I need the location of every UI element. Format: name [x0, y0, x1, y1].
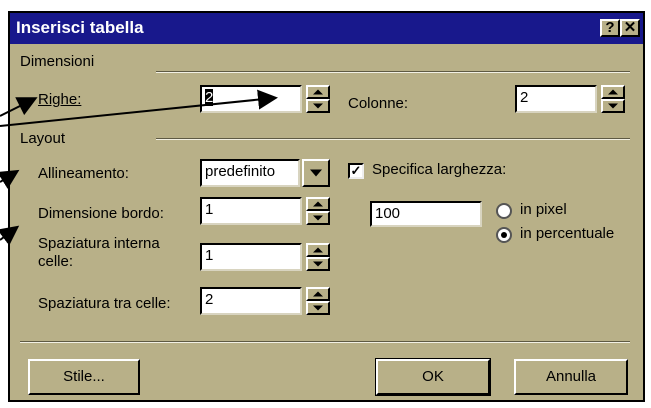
arrow-to-border-size	[0, 225, 20, 246]
arrow-to-alignment	[0, 169, 20, 189]
arrow-to-rows-label	[0, 97, 38, 117]
annotation-arrows	[0, 89, 278, 246]
arrow-to-rows-input	[0, 89, 278, 127]
